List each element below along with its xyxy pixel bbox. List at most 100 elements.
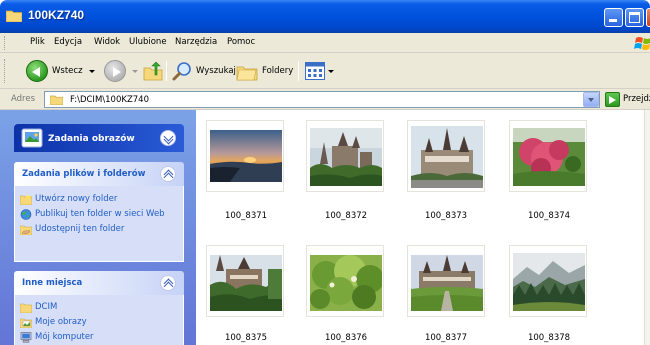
views-button[interactable] (305, 58, 334, 84)
menu-view[interactable]: Widok (94, 37, 120, 47)
file-name[interactable]: 100_8378 (499, 333, 599, 343)
file-name[interactable]: 100_8375 (196, 333, 296, 343)
maximize-icon (629, 12, 640, 23)
toolbar-grip[interactable] (4, 59, 7, 83)
thumbnail[interactable] (306, 120, 384, 192)
task-publish-web[interactable]: Publikuj ten folder w sieci Web (15, 209, 183, 220)
folder-icon (50, 95, 63, 105)
place-dcim[interactable]: DCIM (15, 302, 183, 313)
image-castle (310, 128, 382, 186)
thumbnail[interactable] (306, 245, 384, 317)
file-name[interactable]: 100_8376 (296, 333, 396, 343)
my-pictures-icon (20, 318, 32, 328)
image-pink-tree (513, 128, 585, 186)
folders-button[interactable]: Foldery (236, 58, 293, 84)
back-dropdown-icon[interactable] (88, 69, 95, 73)
toolbar: Wstecz Wyszukaj Foldery (0, 53, 650, 89)
title-bar[interactable]: 100KZ740 (0, 0, 650, 33)
picture-tasks-icon (21, 128, 43, 148)
go-arrow-icon (609, 96, 616, 104)
folders-icon (236, 66, 258, 81)
views-dropdown-icon[interactable] (328, 69, 334, 73)
other-places-panel: Inne miejsca DCIM Moje obrazy Mój komput… (14, 271, 184, 345)
menu-tools[interactable]: Narzędzia (175, 37, 217, 47)
folder-icon (6, 10, 22, 22)
address-label: Adres (11, 94, 36, 104)
windows-logo-icon (634, 37, 650, 50)
forward-dropdown-icon[interactable] (132, 69, 138, 73)
thumbnail[interactable] (206, 120, 284, 192)
toolbar-separator (298, 61, 299, 81)
thumbnail[interactable] (407, 245, 485, 317)
back-button[interactable]: Wstecz (26, 58, 95, 84)
menu-grip[interactable] (4, 36, 7, 50)
folder-icon (20, 303, 32, 313)
task-share-folder[interactable]: Udostępnij ten folder (15, 224, 183, 235)
file-name[interactable]: 100_8374 (499, 211, 599, 221)
back-arrow-icon (26, 60, 48, 82)
thumbnail[interactable] (407, 120, 485, 192)
back-label: Wstecz (52, 66, 83, 76)
up-folder-button[interactable] (143, 58, 163, 84)
address-dropdown-button[interactable] (583, 92, 599, 107)
search-icon (172, 62, 191, 81)
image-mountain-forest (513, 253, 585, 311)
views-icon (305, 62, 325, 80)
menu-help[interactable]: Pomoc (227, 37, 255, 47)
thumbnail[interactable] (509, 120, 587, 192)
close-button[interactable] (646, 8, 650, 27)
place-label: Moje obrazy (35, 317, 87, 327)
forward-arrow-icon (104, 60, 126, 82)
minimize-icon (609, 19, 617, 22)
file-name[interactable]: 100_8377 (396, 333, 496, 343)
task-label: Utwórz nowy folder (35, 194, 118, 204)
file-view[interactable]: 100_8371 100_8372 100_8373 100_8374 100_… (196, 110, 650, 345)
thumbnail[interactable] (206, 245, 284, 317)
place-label: Mój komputer (35, 332, 94, 342)
address-bar: Adres F:\DCIM\100KZ740 Przejdź (0, 89, 650, 110)
picture-tasks-header[interactable]: Zadania obrazów (14, 124, 184, 152)
computer-icon (20, 332, 32, 343)
menu-file[interactable]: Plik (30, 37, 45, 47)
file-tasks-panel: Zadania plików i folderów Utwórz nowy fo… (14, 162, 184, 262)
expand-icon[interactable] (160, 130, 176, 146)
task-label: Udostępnij ten folder (35, 224, 125, 234)
toolbar-separator (166, 61, 167, 81)
thumbnail[interactable] (509, 245, 587, 317)
picture-tasks-title: Zadania obrazów (48, 134, 135, 144)
go-button[interactable] (605, 92, 620, 107)
menu-edit[interactable]: Edycja (54, 37, 82, 47)
file-tasks-body: Utwórz nowy folder Publikuj ten folder w… (14, 186, 184, 262)
task-pane: Zadania obrazów Zadania plików i folderó… (0, 110, 196, 345)
window-title: 100KZ740 (28, 8, 85, 22)
chevron-down-icon (588, 98, 594, 102)
file-name[interactable]: 100_8371 (196, 211, 296, 221)
address-input[interactable]: F:\DCIM\100KZ740 (44, 91, 600, 108)
other-places-header[interactable]: Inne miejsca (14, 271, 184, 295)
image-castle-garden (210, 255, 282, 311)
file-tasks-title: Zadania plików i folderów (22, 169, 146, 179)
new-folder-icon (20, 194, 32, 205)
file-name[interactable]: 100_8373 (396, 211, 496, 221)
image-palace (411, 126, 483, 188)
forward-button[interactable] (104, 58, 138, 84)
image-palace-lawn (411, 255, 483, 311)
vertical-scrollbar[interactable] (644, 110, 650, 345)
collapse-icon[interactable] (160, 275, 176, 291)
menu-favorites[interactable]: Ulubione (129, 37, 167, 47)
file-tasks-header[interactable]: Zadania plików i folderów (14, 162, 184, 186)
search-button[interactable]: Wyszukaj (172, 58, 236, 84)
maximize-button[interactable] (625, 8, 644, 27)
minimize-button[interactable] (604, 8, 623, 27)
place-label: DCIM (35, 302, 58, 312)
go-label[interactable]: Przejdź (623, 94, 650, 104)
task-new-folder[interactable]: Utwórz nowy folder (15, 194, 183, 205)
collapse-icon[interactable] (160, 166, 176, 182)
globe-icon (20, 209, 32, 220)
file-name[interactable]: 100_8372 (296, 211, 396, 221)
place-my-computer[interactable]: Mój komputer (15, 332, 183, 343)
place-my-pictures[interactable]: Moje obrazy (15, 317, 183, 328)
folders-label: Foldery (262, 66, 294, 76)
picture-tasks-panel: Zadania obrazów (14, 124, 184, 152)
share-folder-icon (20, 225, 32, 235)
